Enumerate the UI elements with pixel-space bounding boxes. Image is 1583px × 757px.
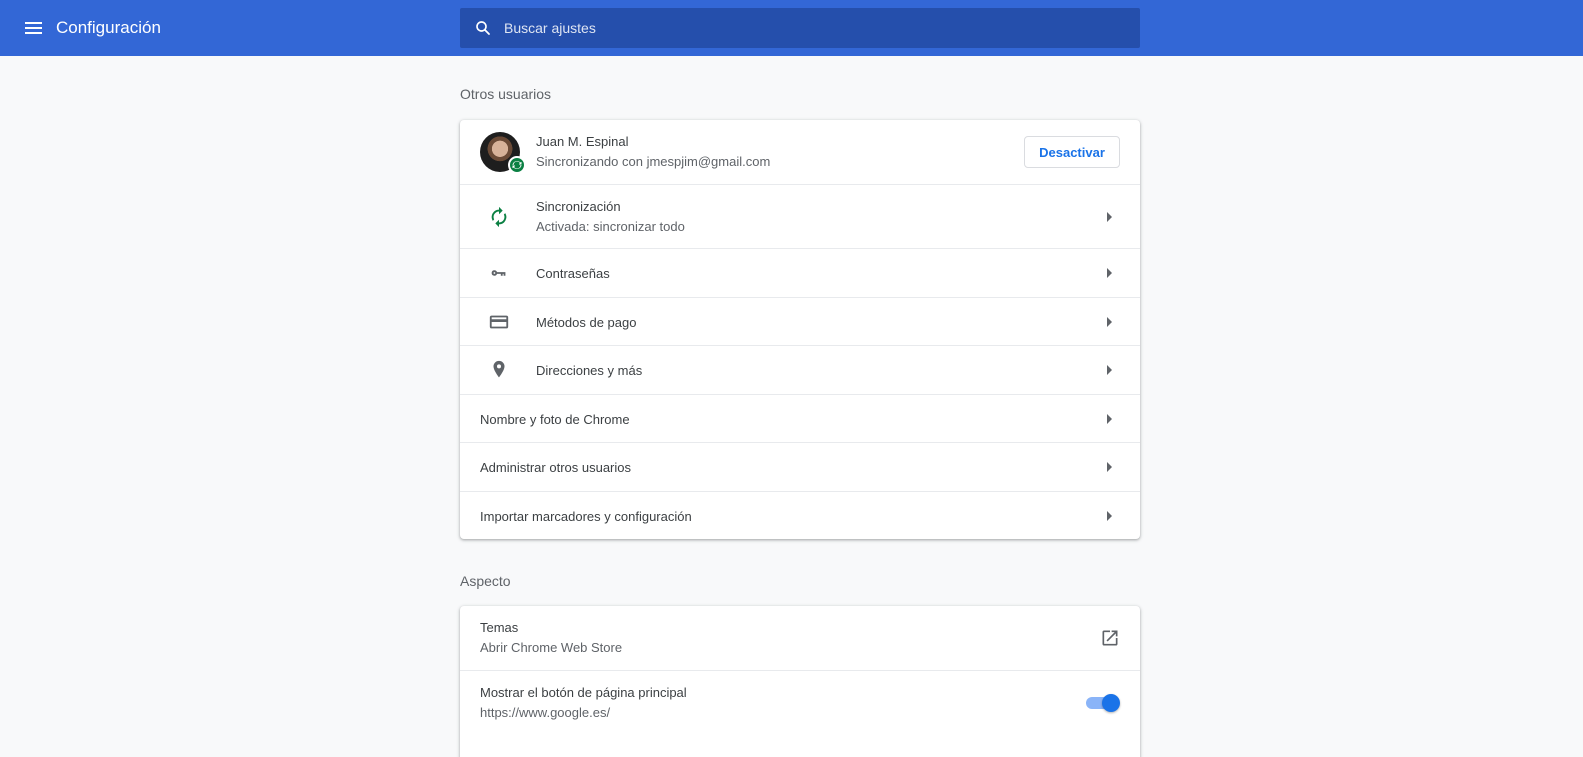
hamburger-menu-icon[interactable] — [22, 16, 46, 40]
search-input[interactable] — [504, 8, 1124, 48]
toggle-knob — [1102, 694, 1120, 712]
themes-sublabel: Abrir Chrome Web Store — [480, 640, 623, 655]
section-title-appearance: Aspecto — [460, 573, 511, 589]
home-button-url[interactable]: https://www.google.es/ — [480, 705, 610, 720]
themes-label: Temas — [480, 620, 519, 635]
account-row: Juan M. Espinal Sincronizando con jmespj… — [460, 120, 1140, 184]
deactivate-button[interactable]: Desactivar — [1024, 136, 1120, 168]
toolbar: Configuración — [0, 0, 1583, 56]
sync-row[interactable]: Sincronización Activada: sincronizar tod… — [460, 184, 1140, 248]
import-row[interactable]: Importar marcadores y configuración — [460, 491, 1140, 539]
credit-card-icon — [489, 315, 509, 329]
home-button-toggle[interactable] — [1086, 694, 1120, 712]
manage-users-label: Administrar otros usuarios — [480, 460, 631, 475]
addresses-row[interactable]: Direcciones y más — [460, 345, 1140, 394]
open-in-new-icon[interactable] — [1100, 628, 1120, 648]
chevron-right-icon — [1107, 462, 1112, 472]
appearance-card: Temas Abrir Chrome Web Store Mostrar el … — [460, 606, 1140, 757]
search-icon — [476, 21, 490, 35]
account-name: Juan M. Espinal — [536, 134, 629, 149]
themes-row[interactable]: Temas Abrir Chrome Web Store — [460, 606, 1140, 670]
passwords-row[interactable]: Contraseñas — [460, 248, 1140, 297]
chevron-right-icon — [1107, 414, 1112, 424]
sync-icon — [491, 206, 507, 228]
manage-users-row[interactable]: Administrar otros usuarios — [460, 442, 1140, 491]
key-icon — [491, 270, 506, 276]
payments-row[interactable]: Métodos de pago — [460, 297, 1140, 345]
location-pin-icon — [493, 360, 505, 378]
chevron-right-icon — [1107, 317, 1112, 327]
sync-badge-icon — [508, 156, 526, 174]
people-card: Juan M. Espinal Sincronizando con jmespj… — [460, 120, 1140, 539]
chevron-right-icon — [1107, 511, 1112, 521]
account-status: Sincronizando con jmespjim@gmail.com — [536, 154, 771, 169]
home-button-label: Mostrar el botón de página principal — [480, 685, 687, 700]
section-title-people: Otros usuarios — [460, 86, 552, 102]
addresses-label: Direcciones y más — [536, 363, 643, 378]
passwords-label: Contraseñas — [536, 266, 610, 281]
search-box[interactable] — [460, 8, 1140, 48]
chevron-right-icon — [1107, 268, 1112, 278]
chevron-right-icon — [1107, 365, 1112, 375]
home-button-row: Mostrar el botón de página principal htt… — [460, 670, 1140, 757]
import-label: Importar marcadores y configuración — [480, 509, 692, 524]
page-title: Configuración — [56, 18, 161, 37]
chrome-name-row[interactable]: Nombre y foto de Chrome — [460, 394, 1140, 442]
payments-label: Métodos de pago — [536, 315, 637, 330]
sync-sublabel: Activada: sincronizar todo — [536, 219, 685, 234]
chrome-name-label: Nombre y foto de Chrome — [480, 412, 630, 427]
chevron-right-icon — [1107, 212, 1112, 222]
sync-label: Sincronización — [536, 199, 621, 214]
